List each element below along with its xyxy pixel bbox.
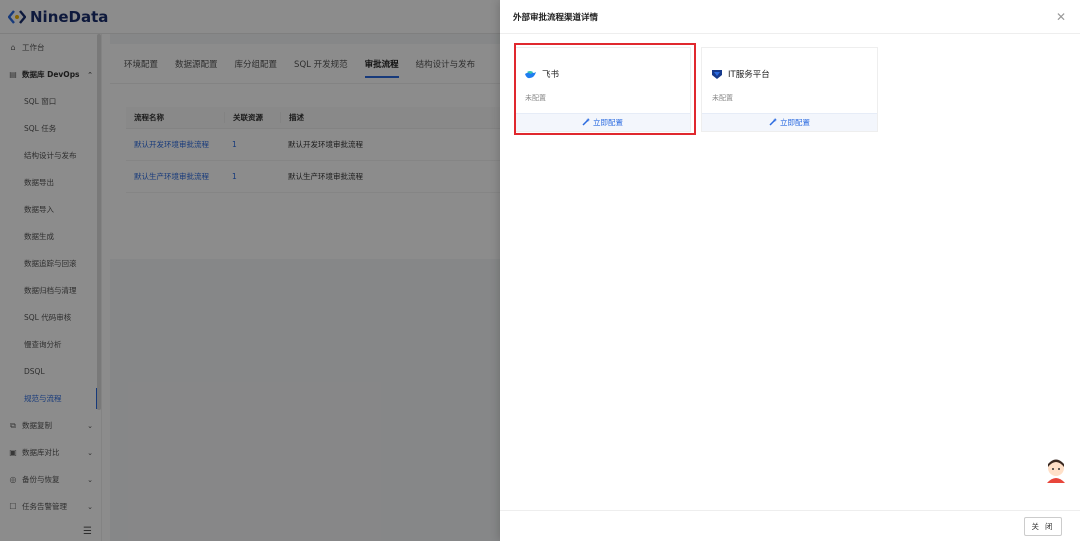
drawer-footer: 关 闭 (500, 510, 1080, 541)
drawer-header: 外部审批流程渠道详情 ✕ (500, 0, 1080, 34)
channel-status: 未配置 (712, 94, 733, 102)
magic-wand-icon (769, 117, 777, 128)
configure-now-button[interactable]: 立即配置 (702, 113, 877, 131)
modal-overlay[interactable] (0, 0, 500, 541)
channel-name: IT服务平台 (712, 68, 770, 80)
drawer-title: 外部审批流程渠道详情 (513, 12, 599, 23)
itsm-icon (712, 69, 722, 79)
close-icon[interactable]: ✕ (1056, 10, 1066, 24)
channel-card-itsm: IT服务平台 未配置 立即配置 (701, 47, 878, 132)
close-button[interactable]: 关 闭 (1024, 517, 1062, 536)
assistant-avatar-icon[interactable] (1045, 457, 1067, 483)
configure-now-label: 立即配置 (780, 118, 810, 127)
channel-name-text: IT服务平台 (728, 70, 770, 80)
highlight-box (514, 43, 696, 135)
